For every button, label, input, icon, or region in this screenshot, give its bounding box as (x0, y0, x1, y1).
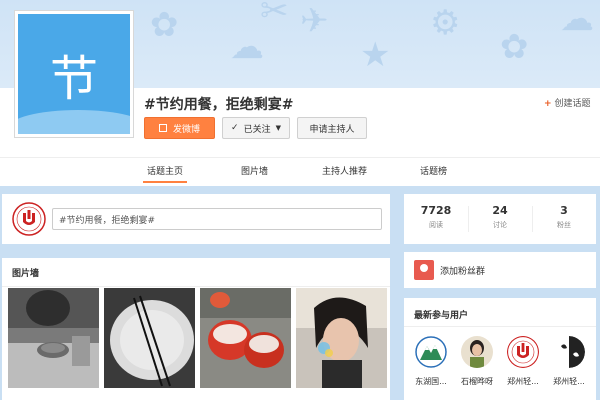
banner-pattern-icon: ⚙ (430, 3, 461, 43)
user-name: 郑州轻... (507, 377, 539, 386)
apply-host-label: 申请主持人 (309, 124, 355, 135)
follow-label: 已关注 (243, 124, 271, 135)
user-item[interactable]: 石榴晔呀 (456, 336, 498, 387)
plus-icon: + (544, 99, 552, 109)
user-name: 东湖国... (415, 377, 447, 386)
stat-read-label: 阅读 (429, 221, 443, 229)
user-name: 石榴晔呀 (461, 377, 493, 386)
banner-pattern-icon: ✿ (500, 27, 529, 67)
composer-card: #节约用餐，拒绝剩宴# (2, 194, 390, 244)
check-icon: ✓ (231, 123, 239, 133)
tab-host-recommend[interactable]: 主持人推荐 (322, 164, 367, 177)
user-avatar (461, 336, 493, 368)
banner-pattern-icon: ☁ (560, 0, 594, 39)
user-avatar (507, 336, 539, 368)
cloud-decoration (18, 110, 130, 134)
topic-avatar-char: 节 (49, 51, 98, 107)
stat-fans-value: 3 (560, 204, 568, 217)
active-tab-indicator (143, 181, 187, 183)
caret-down-icon: ▼ (275, 124, 281, 132)
banner-pattern-icon: ✈ (300, 1, 329, 41)
composer-input[interactable]: #节约用餐，拒绝剩宴# (52, 208, 382, 230)
tab-topic-rank[interactable]: 话题榜 (420, 164, 447, 177)
post-weibo-label: 发微博 (172, 124, 200, 135)
stat-fans: 3 粉丝 (532, 204, 596, 230)
banner-pattern-icon: ✂ (260, 0, 289, 31)
add-fans-group-card[interactable]: 添加粉丝群 (404, 252, 596, 288)
banner-pattern-icon: ☁ (230, 27, 264, 67)
stat-discuss-value: 24 (492, 204, 508, 217)
banner-pattern-icon: ✿ (150, 5, 179, 45)
create-topic-link[interactable]: + 创建话题 (544, 96, 591, 109)
edit-icon (158, 124, 167, 132)
university-logo-icon (12, 202, 46, 236)
topic-title: #节约用餐，拒绝剩宴# (144, 97, 294, 113)
topic-avatar: 节 (14, 10, 134, 138)
tab-home[interactable]: 话题主页 (147, 164, 183, 177)
stat-read-value: 7728 (420, 204, 452, 217)
fans-group-icon (414, 260, 434, 280)
tab-picture-wall[interactable]: 图片墙 (241, 164, 268, 177)
divider (2, 286, 390, 287)
picture-thumb[interactable] (104, 288, 195, 388)
post-weibo-button[interactable]: 发微博 (144, 117, 215, 139)
user-item[interactable]: 郑州轻... (502, 336, 544, 387)
picture-thumb[interactable] (8, 288, 99, 388)
picture-wall-title: 图片墙 (12, 269, 40, 279)
topic-tabs: 话题主页 图片墙 主持人推荐 话题榜 (0, 157, 600, 186)
recent-users-title: 最新参与用户 (414, 311, 469, 321)
user-avatar (553, 336, 585, 368)
divider (404, 326, 596, 327)
add-fans-group-label: 添加粉丝群 (440, 267, 486, 277)
user-name: 郑州轻... (553, 377, 585, 386)
stat-fans-label: 粉丝 (557, 221, 571, 229)
user-item[interactable]: 东湖国... (410, 336, 452, 387)
user-item[interactable]: 郑州轻... (548, 336, 590, 387)
apply-host-button[interactable]: 申请主持人 (297, 117, 367, 139)
create-topic-label: 创建话题 (554, 99, 591, 109)
recent-users-card: 最新参与用户 东湖国... 石榴晔呀 郑州轻... 郑州轻... (404, 298, 596, 400)
stat-discuss-label: 讨论 (493, 221, 507, 229)
topic-stats-card: 7728 阅读 24 讨论 3 粉丝 (404, 194, 596, 244)
user-avatar (415, 336, 447, 368)
picture-thumb[interactable] (296, 288, 387, 388)
picture-wall-card: 图片墙 (2, 258, 390, 400)
stat-discuss: 24 讨论 (468, 204, 532, 230)
stat-read: 7728 阅读 (404, 204, 468, 230)
follow-button[interactable]: ✓ 已关注 ▼ (222, 117, 290, 139)
picture-thumb[interactable] (200, 288, 291, 388)
banner-pattern-icon: ★ (360, 35, 391, 75)
